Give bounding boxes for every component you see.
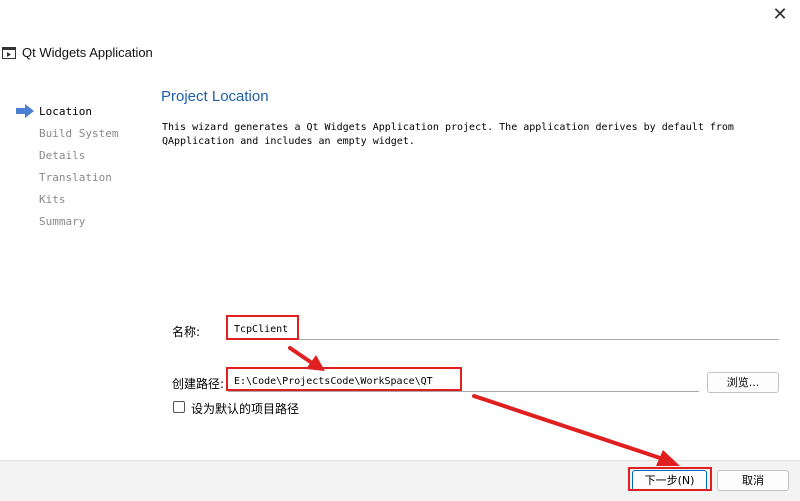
step-label: Details [39,149,86,162]
close-icon[interactable]: ✕ [768,4,792,26]
step-label: Summary [39,215,86,228]
path-label: 创建路径: [172,377,225,391]
step-label: Build System [39,127,119,140]
arrow-right-icon [16,104,34,118]
default-path-checkbox-label[interactable]: 设为默认的项目路径 [191,400,299,417]
cancel-button[interactable]: 取消 [717,470,789,491]
next-highlight-box [628,467,712,491]
step-summary: Summary [16,214,118,236]
annotation-arrows [288,346,680,466]
step-translation: Translation [16,170,118,192]
name-label: 名称: [172,325,201,339]
step-details: Details [16,148,118,170]
arrow-to-next-line [472,394,662,460]
name-highlight-box [226,315,299,340]
page-title: Project Location [161,88,269,105]
title-bar: ✕ [0,0,800,32]
path-highlight-box [226,367,462,391]
step-label: Location [39,105,92,118]
wizard-title: Qt Widgets Application [22,45,153,60]
browse-button[interactable]: 浏览... [707,372,779,393]
name-field[interactable] [228,320,779,340]
page-description: This wizard generates a Qt Widgets Appli… [162,121,782,149]
wizard-steps: Location Build System Details Translatio… [16,104,118,236]
description-line: QApplication and includes an empty widge… [162,136,415,147]
step-label: Kits [39,193,66,206]
arrow-to-path-line [288,346,314,365]
default-path-checkbox[interactable] [173,401,185,413]
window-app-icon [2,47,16,59]
step-build-system: Build System [16,126,118,148]
step-location: Location [16,104,118,126]
description-line: This wizard generates a Qt Widgets Appli… [162,122,734,133]
step-label: Translation [39,171,112,184]
step-kits: Kits [16,192,118,214]
